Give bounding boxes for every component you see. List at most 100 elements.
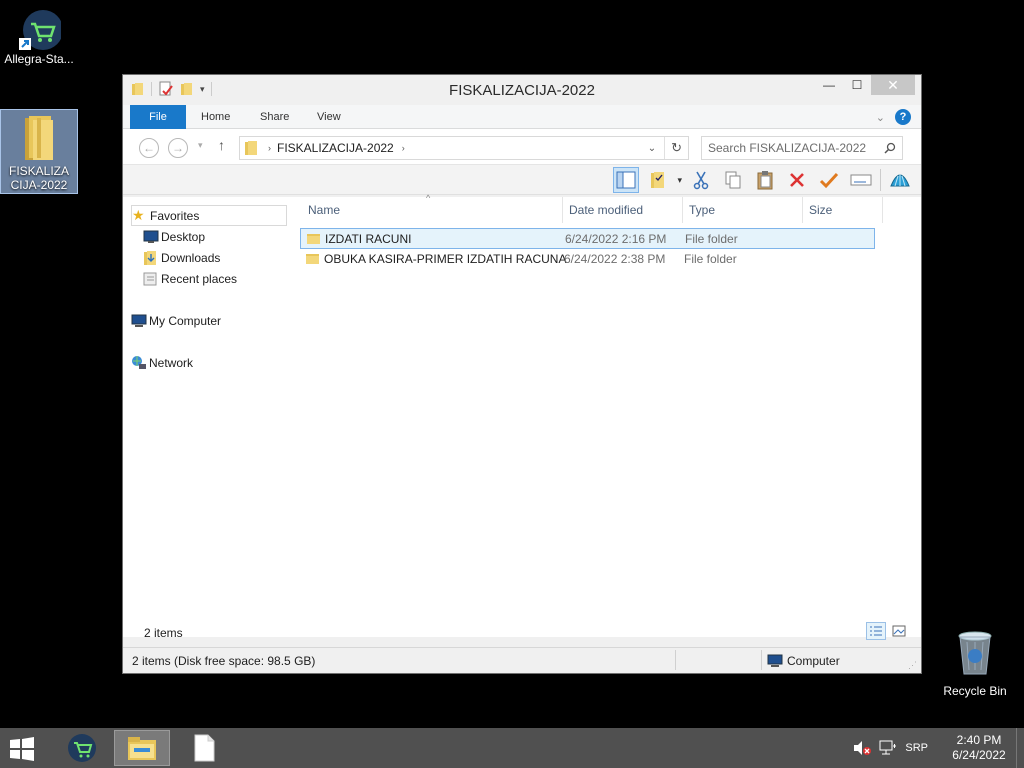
column-header-name[interactable]: Name xyxy=(302,197,563,223)
divider xyxy=(675,650,676,670)
minimize-button[interactable]: — xyxy=(815,75,843,95)
clock-time: 2:40 PM xyxy=(956,733,1002,747)
column-header-size[interactable]: Size xyxy=(803,197,883,223)
help-icon[interactable]: ? xyxy=(895,109,911,125)
document-icon xyxy=(194,734,215,762)
row-type: File folder xyxy=(685,232,738,246)
refresh-icon[interactable]: ↻ xyxy=(671,140,682,156)
recycle-bin-icon xyxy=(958,631,992,675)
status-right: Computer xyxy=(787,654,840,668)
tab-file[interactable]: File xyxy=(130,105,186,129)
address-dropdown-icon[interactable]: ⌄ xyxy=(648,143,656,154)
recent-places-icon xyxy=(143,272,157,286)
close-button[interactable]: ✕ xyxy=(871,75,915,95)
large-icons-view-icon[interactable] xyxy=(889,622,909,640)
address-path[interactable]: FISKALIZACIJA-2022 xyxy=(277,141,394,155)
maximize-button[interactable]: ☐ xyxy=(843,75,871,95)
tab-view[interactable]: View xyxy=(303,105,355,129)
system-tray: SRP 2:40 PM 6/24/2022 xyxy=(853,728,1024,768)
show-desktop-button[interactable] xyxy=(1016,728,1024,768)
folder-icon xyxy=(306,254,319,264)
preview-pane-icon[interactable] xyxy=(613,167,640,193)
nav-label: Desktop xyxy=(161,229,206,244)
nav-recent-places[interactable]: Recent places xyxy=(131,268,291,289)
command-toolbar: ▾ xyxy=(123,165,921,195)
cart-icon xyxy=(68,734,96,762)
network-status-icon[interactable] xyxy=(879,740,897,756)
delete-icon[interactable] xyxy=(784,167,810,193)
title-bar[interactable]: ▾ FISKALIZACIJA-2022 — ☐ ✕ xyxy=(123,75,921,105)
table-row[interactable]: IZDATI RACUNI 6/24/2022 2:16 PM File fol… xyxy=(300,228,875,249)
desktop-icon-fiskalizacija[interactable]: FISKALIZACIJA-2022 xyxy=(0,109,78,194)
nav-network[interactable]: Network xyxy=(131,352,291,373)
desktop-icon-label: Allegra-Sta... xyxy=(4,52,74,66)
column-header-type[interactable]: Type xyxy=(683,197,803,223)
divider xyxy=(880,169,881,191)
row-name: IZDATI RACUNI xyxy=(301,229,411,250)
chevron-right-icon[interactable]: › xyxy=(268,143,271,153)
address-bar[interactable]: › FISKALIZACIJA-2022 › ⌄ ↻ xyxy=(239,136,689,160)
nav-downloads[interactable]: Downloads xyxy=(131,247,291,268)
chevron-down-icon[interactable]: ▾ xyxy=(677,175,682,186)
nav-label: My Computer xyxy=(149,313,222,328)
desktop-icon-label: Recycle Bin xyxy=(943,684,1007,698)
search-placeholder: Search FISKALIZACIJA-2022 xyxy=(708,141,867,155)
forward-button[interactable]: → xyxy=(168,138,188,158)
rename-icon[interactable] xyxy=(848,167,874,193)
resize-grip-icon[interactable]: ⋰ xyxy=(908,660,917,671)
desktop-icon-recycle-bin[interactable]: Recycle Bin xyxy=(936,630,1014,700)
downloads-folder-icon xyxy=(144,251,156,265)
check-folder-icon[interactable] xyxy=(645,167,671,193)
search-icon[interactable] xyxy=(884,142,896,154)
language-indicator[interactable]: SRP xyxy=(905,742,928,754)
content-area: ★ Favorites Desktop Downloads Recent pla… xyxy=(123,193,921,637)
checkmark-icon[interactable] xyxy=(816,167,842,193)
tab-home[interactable]: Home xyxy=(187,105,244,129)
details-view-icon[interactable] xyxy=(866,622,886,640)
status-left: 2 items (Disk free space: 98.5 GB) xyxy=(132,654,316,668)
cut-icon[interactable] xyxy=(688,167,714,193)
divider xyxy=(664,137,666,159)
tab-share[interactable]: Share xyxy=(246,105,303,129)
row-date: 6/24/2022 2:16 PM xyxy=(565,232,667,246)
row-name: OBUKA KASIRA-PRIMER IZDATIH RACUNA xyxy=(300,249,566,270)
nav-my-computer[interactable]: My Computer xyxy=(131,310,291,331)
nav-favorites[interactable]: ★ Favorites xyxy=(131,205,287,226)
paste-icon[interactable] xyxy=(752,167,778,193)
chevron-right-icon[interactable]: › xyxy=(402,143,405,153)
taskbar: SRP 2:40 PM 6/24/2022 xyxy=(0,728,1024,768)
cart-icon xyxy=(19,10,61,50)
clock[interactable]: 2:40 PM 6/24/2022 xyxy=(942,733,1016,763)
file-explorer-icon xyxy=(128,737,156,760)
search-box[interactable]: Search FISKALIZACIJA-2022 xyxy=(701,136,903,160)
windows-start-icon[interactable] xyxy=(8,737,36,761)
taskbar-notepad[interactable] xyxy=(176,730,232,766)
desktop-icon-allegra[interactable]: Allegra-Sta... xyxy=(0,8,78,78)
divider xyxy=(761,650,762,670)
expand-ribbon-icon[interactable]: ⌄ xyxy=(876,111,885,124)
taskbar-file-explorer[interactable] xyxy=(114,730,170,766)
ribbon-tabs: File Home Share View ⌄ ? xyxy=(123,105,921,129)
explorer-window: ▾ FISKALIZACIJA-2022 — ☐ ✕ File Home Sha… xyxy=(122,74,922,674)
column-header-date[interactable]: Date modified xyxy=(563,197,683,223)
star-icon: ★ xyxy=(132,207,145,223)
status-bar: 2 items (Disk free space: 98.5 GB) Compu… xyxy=(123,647,921,673)
copy-icon[interactable] xyxy=(720,167,746,193)
item-count: 2 items xyxy=(144,626,183,640)
navigation-bar: ← → ▾ ↑ › FISKALIZACIJA-2022 › ⌄ ↻ Searc… xyxy=(123,129,921,165)
window-title: FISKALIZACIJA-2022 xyxy=(449,82,595,99)
nav-desktop[interactable]: Desktop xyxy=(131,226,291,247)
folder-icon xyxy=(25,116,53,160)
navigation-pane: ★ Favorites Desktop Downloads Recent pla… xyxy=(131,205,291,373)
computer-icon xyxy=(131,314,147,327)
volume-muted-icon[interactable] xyxy=(853,740,872,756)
desktop-icon xyxy=(143,230,159,243)
table-row[interactable]: OBUKA KASIRA-PRIMER IZDATIH RACUNA 6/24/… xyxy=(300,249,875,270)
back-button[interactable]: ← xyxy=(139,138,159,158)
shell-icon[interactable] xyxy=(887,167,913,193)
row-type: File folder xyxy=(684,252,737,266)
recent-locations-icon[interactable]: ▾ xyxy=(198,140,203,151)
up-button[interactable]: ↑ xyxy=(218,137,225,153)
clock-date: 6/24/2022 xyxy=(952,748,1006,762)
taskbar-allegra[interactable] xyxy=(54,730,110,766)
